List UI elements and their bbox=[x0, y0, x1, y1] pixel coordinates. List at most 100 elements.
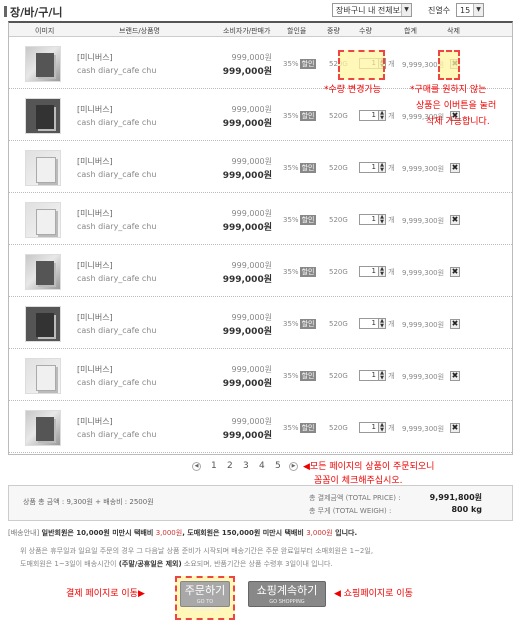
order-button[interactable]: 주문하기 GO TO ORDERPAGE bbox=[180, 581, 230, 613]
shipping-text-2: , 도매회원은 150,000원 미만시 택배비 bbox=[182, 529, 307, 537]
discount-value: 35% bbox=[283, 268, 299, 276]
discount-value: 35% bbox=[283, 112, 299, 120]
row-total: 9,999,300원 bbox=[402, 269, 445, 277]
product-thumbnail[interactable] bbox=[25, 46, 61, 82]
order-button-sublabel: GO TO ORDERPAGE bbox=[189, 599, 221, 613]
product-weight: 520G bbox=[329, 268, 348, 276]
consumer-price: 999,000원 bbox=[231, 417, 272, 426]
quantity-unit: 개 bbox=[388, 164, 395, 172]
product-brand[interactable]: [미니버스] bbox=[77, 208, 113, 219]
product-thumbnail[interactable] bbox=[25, 410, 61, 446]
sale-price: 999,000원 bbox=[222, 327, 272, 337]
delete-button[interactable]: ✖ bbox=[450, 215, 460, 225]
product-name[interactable]: cash diary_cafe chu bbox=[77, 118, 156, 127]
row-total: 9,999,300원 bbox=[402, 165, 445, 173]
quantity-input[interactable]: 1 bbox=[359, 214, 379, 225]
quantity-spin-icon[interactable]: ▲▼ bbox=[379, 370, 386, 381]
next-page-button[interactable]: ▶ bbox=[289, 462, 298, 471]
product-thumbnail[interactable] bbox=[25, 98, 61, 134]
delete-button[interactable]: ✖ bbox=[450, 163, 460, 173]
continue-shopping-button[interactable]: 쇼핑계속하기 GO SHOPPING bbox=[248, 581, 326, 607]
product-name[interactable]: cash diary_cafe chu bbox=[77, 378, 156, 387]
delete-button[interactable]: ✖ bbox=[450, 371, 460, 381]
continue-note: ◀ 쇼핑페이지로 이동 bbox=[334, 589, 413, 599]
discount-badge: 할인 bbox=[299, 423, 317, 433]
col-qty: 수량 bbox=[359, 27, 372, 35]
quantity-spin-icon[interactable]: ▲▼ bbox=[379, 214, 386, 225]
quantity-input[interactable]: 1 bbox=[359, 370, 379, 381]
product-brand[interactable]: [미니버스] bbox=[77, 156, 113, 167]
product-brand[interactable]: [미니버스] bbox=[77, 104, 113, 115]
col-discount: 할인율 bbox=[287, 27, 307, 35]
consumer-price: 999,000원 bbox=[231, 209, 272, 218]
row-total: 9,999,300원 bbox=[402, 321, 445, 329]
product-thumbnail[interactable] bbox=[25, 150, 61, 186]
quantity-spin-icon[interactable]: ▲▼ bbox=[379, 162, 386, 173]
order-summary: 상품 총 금액 : 9,300원 + 배송비 : 2500원 총 결제금액 (T… bbox=[8, 485, 513, 521]
page-link[interactable]: 5 bbox=[275, 461, 281, 471]
quantity-input[interactable]: 1 bbox=[359, 422, 379, 433]
product-weight: 520G bbox=[329, 216, 348, 224]
delete-button[interactable]: ✖ bbox=[450, 267, 460, 277]
quantity-spin-icon[interactable]: ▲▼ bbox=[379, 318, 386, 329]
product-brand[interactable]: [미니버스] bbox=[77, 260, 113, 271]
sale-price: 999,000원 bbox=[222, 275, 272, 285]
product-thumbnail[interactable] bbox=[25, 254, 61, 290]
sale-price: 999,000원 bbox=[222, 171, 272, 181]
product-thumbnail[interactable] bbox=[25, 306, 61, 342]
info-line-2c: 소요되며, 반품기간은 상품 수령후 3일이내 입니다. bbox=[181, 560, 333, 568]
product-thumbnail[interactable] bbox=[25, 202, 61, 238]
product-brand[interactable]: [미니버스] bbox=[77, 312, 113, 323]
discount-badge: 할인 bbox=[299, 215, 317, 225]
chevron-down-icon: ▼ bbox=[401, 4, 411, 16]
col-price: 소비자가/판매가 bbox=[223, 27, 271, 35]
quantity-unit: 개 bbox=[388, 372, 395, 380]
product-thumbnail[interactable] bbox=[25, 358, 61, 394]
product-name[interactable]: cash diary_cafe chu bbox=[77, 66, 156, 75]
col-image: 이미지 bbox=[35, 27, 55, 35]
table-row: [미니버스] cash diary_cafe chu 999,000원 999,000… bbox=[9, 298, 512, 349]
discount-rate: 35% 할인 bbox=[283, 267, 317, 277]
qty-note: *수량 변경가능 bbox=[324, 85, 382, 95]
shipping-notice: [배송안내] 일반회원은 10,000원 미만시 택배비 3,000원, 도매회… bbox=[8, 528, 357, 538]
discount-rate: 35% 할인 bbox=[283, 319, 317, 329]
quantity-stepper: 1▲▼개 bbox=[351, 213, 397, 227]
delete-highlight bbox=[438, 50, 460, 80]
display-count-select[interactable]: 15 ▼ bbox=[456, 3, 484, 17]
sale-price: 999,000원 bbox=[222, 379, 272, 389]
product-name[interactable]: cash diary_cafe chu bbox=[77, 274, 156, 283]
product-name[interactable]: cash diary_cafe chu bbox=[77, 222, 156, 231]
quantity-spin-icon[interactable]: ▲▼ bbox=[379, 422, 386, 433]
quantity-stepper: 1▲▼개 bbox=[351, 317, 397, 331]
page-link[interactable]: 3 bbox=[243, 461, 249, 471]
delete-button[interactable]: ✖ bbox=[450, 423, 460, 433]
qty-highlight bbox=[338, 50, 385, 80]
quantity-spin-icon[interactable]: ▲▼ bbox=[379, 266, 386, 277]
quantity-input[interactable]: 1 bbox=[359, 162, 379, 173]
prev-page-button[interactable]: ◀ bbox=[192, 462, 201, 471]
subtotal-text: 상품 총 금액 : 9,300원 + 배송비 : 2500원 bbox=[23, 498, 154, 506]
quantity-input[interactable]: 1 bbox=[359, 266, 379, 277]
product-brand[interactable]: [미니버스] bbox=[77, 52, 113, 63]
discount-badge: 할인 bbox=[299, 371, 317, 381]
page-link[interactable]: 1 bbox=[211, 461, 217, 471]
view-select[interactable]: 장바구니 내 전체보기 ▼ bbox=[332, 3, 412, 17]
pager-note-line1: ◀모든 페이지의 상품이 주문되오니 bbox=[303, 462, 435, 472]
page-link[interactable]: 4 bbox=[259, 461, 265, 471]
sale-price: 999,000원 bbox=[222, 431, 272, 441]
product-name[interactable]: cash diary_cafe chu bbox=[77, 326, 156, 335]
discount-value: 35% bbox=[283, 216, 299, 224]
quantity-spin-icon[interactable]: ▲▼ bbox=[379, 110, 386, 121]
display-count-label: 진열수 bbox=[428, 6, 451, 15]
page-link[interactable]: 2 bbox=[227, 461, 233, 471]
continue-button-label: 쇼핑계속하기 bbox=[256, 584, 318, 597]
product-name[interactable]: cash diary_cafe chu bbox=[77, 170, 156, 179]
table-row: [미니버스] cash diary_cafe chu 999,000원 999,000… bbox=[9, 246, 512, 297]
quantity-input[interactable]: 1 bbox=[359, 110, 379, 121]
product-brand[interactable]: [미니버스] bbox=[77, 416, 113, 427]
product-name[interactable]: cash diary_cafe chu bbox=[77, 430, 156, 439]
quantity-input[interactable]: 1 bbox=[359, 318, 379, 329]
consumer-price: 999,000원 bbox=[231, 313, 272, 322]
product-brand[interactable]: [미니버스] bbox=[77, 364, 113, 375]
delete-button[interactable]: ✖ bbox=[450, 319, 460, 329]
